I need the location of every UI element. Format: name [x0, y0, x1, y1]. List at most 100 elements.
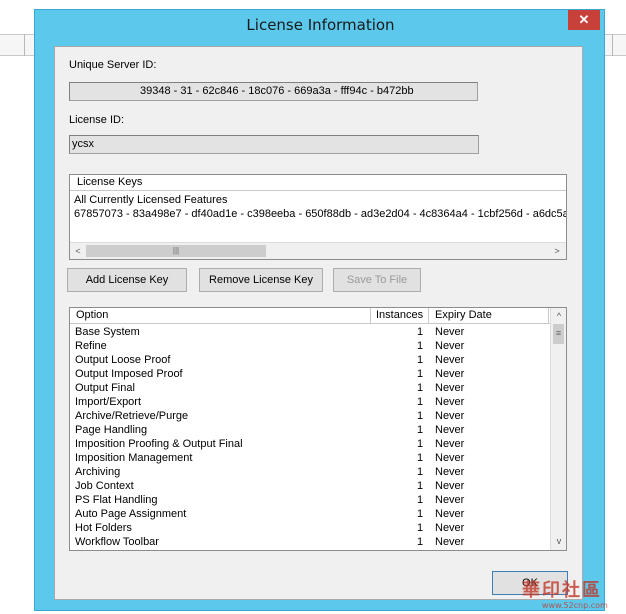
option-cell: Output Imposed Proof	[75, 368, 183, 380]
expiry-cell: Never	[435, 326, 465, 338]
table-row[interactable]: Import/Export 1 Never	[70, 395, 548, 409]
table-row[interactable]: Page Handling 1 Never	[70, 423, 548, 437]
table-row[interactable]: Output Loose Proof 1 Never	[70, 353, 548, 367]
option-cell: Imposition Proofing & Output Final	[75, 438, 243, 450]
expiry-cell: Never	[435, 382, 465, 394]
table-row[interactable]: Job Context 1 Never	[70, 479, 548, 493]
add-license-key-button[interactable]: Add License Key	[67, 268, 187, 292]
expiry-cell: Never	[435, 396, 465, 408]
expiry-cell: Never	[435, 452, 465, 464]
expiry-cell: Never	[435, 480, 465, 492]
instances-cell: 1	[417, 410, 424, 422]
expiry-cell: Never	[435, 340, 465, 352]
features-table: Option Instances Expiry Date Base System…	[69, 307, 567, 551]
table-row[interactable]: Output Imposed Proof 1 Never	[70, 367, 548, 381]
table-row[interactable]: Archiving 1 Never	[70, 465, 548, 479]
license-key-line[interactable]: All Currently Licensed Features	[74, 194, 227, 206]
instances-cell: 1	[417, 508, 424, 520]
expiry-cell: Never	[435, 536, 465, 548]
server-id-value: 39348 - 31 - 62c846 - 18c076 - 669a3a - …	[140, 85, 414, 97]
option-cell: Workflow Toolbar	[75, 536, 159, 548]
expiry-cell: Never	[435, 424, 465, 436]
expiry-cell: Never	[435, 368, 465, 380]
scrollbar-thumb[interactable]: ≡	[553, 324, 564, 344]
option-cell: Base System	[75, 326, 140, 338]
expiry-cell: Never	[435, 438, 465, 450]
scroll-down-icon[interactable]: v	[552, 534, 566, 548]
license-dialog: License Information ✕ Unique Server ID: …	[34, 9, 605, 611]
instances-cell: 1	[417, 382, 424, 394]
table-row[interactable]: Hot Folders 1 Never	[70, 521, 548, 535]
option-cell: Job Context	[75, 480, 134, 492]
column-expiry-date[interactable]: Expiry Date	[429, 308, 549, 324]
column-instances[interactable]: Instances	[371, 308, 429, 324]
watermark-text: 華印社區	[522, 580, 602, 601]
expiry-cell: Never	[435, 354, 465, 366]
instances-cell: 1	[417, 522, 424, 534]
instances-cell: 1	[417, 424, 424, 436]
horizontal-scrollbar[interactable]: < ||| >	[70, 242, 566, 259]
license-keys-header: License Keys	[70, 175, 566, 191]
table-row[interactable]: Output Final 1 Never	[70, 381, 548, 395]
table-row[interactable]: Imposition Proofing & Output Final 1 Never	[70, 437, 548, 451]
instances-cell: 1	[417, 354, 424, 366]
column-option[interactable]: Option	[70, 308, 371, 324]
option-cell: Hot Folders	[75, 522, 132, 534]
instances-cell: 1	[417, 438, 424, 450]
option-cell: Output Loose Proof	[75, 354, 171, 366]
instances-cell: 1	[417, 466, 424, 478]
license-keys-list[interactable]: License Keys All Currently Licensed Feat…	[69, 174, 567, 260]
expiry-cell: Never	[435, 466, 465, 478]
server-id-label: Unique Server ID:	[69, 59, 157, 71]
instances-cell: 1	[417, 396, 424, 408]
license-id-label: License ID:	[69, 114, 125, 126]
license-keys-header-label: License Keys	[77, 176, 143, 188]
scroll-left-icon[interactable]: <	[71, 244, 85, 258]
dialog-client-area: Unique Server ID: 39348 - 31 - 62c846 - …	[54, 46, 583, 600]
instances-cell: 1	[417, 494, 424, 506]
expiry-cell: Never	[435, 494, 465, 506]
scrollbar-thumb[interactable]: |||	[86, 245, 266, 257]
watermark-logo: 華印社區 www.52cnp.com	[500, 576, 624, 612]
instances-cell: 1	[417, 326, 424, 338]
option-cell: Archiving	[75, 466, 121, 478]
instances-cell: 1	[417, 340, 424, 352]
background-column-divider	[24, 34, 25, 56]
watermark-url: www.52cnp.com	[542, 601, 608, 610]
table-row[interactable]: PS Flat Handling 1 Never	[70, 493, 548, 507]
instances-cell: 1	[417, 536, 424, 548]
option-cell: Output Final	[75, 382, 135, 394]
table-row[interactable]: Auto Page Assignment 1 Never	[70, 507, 548, 521]
scroll-right-icon[interactable]: >	[550, 244, 564, 258]
option-cell: PS Flat Handling	[75, 494, 158, 506]
features-table-header: Option Instances Expiry Date	[70, 308, 550, 324]
table-row[interactable]: Archive/Retrieve/Purge 1 Never	[70, 409, 548, 423]
instances-cell: 1	[417, 452, 424, 464]
vertical-scrollbar[interactable]: ^ ≡ v	[550, 308, 566, 550]
instances-cell: 1	[417, 480, 424, 492]
background-column-divider	[612, 34, 613, 56]
option-cell: Imposition Management	[75, 452, 193, 464]
remove-license-key-button[interactable]: Remove License Key	[199, 268, 323, 292]
close-icon[interactable]: ✕	[568, 10, 600, 30]
expiry-cell: Never	[435, 508, 465, 520]
table-row[interactable]: Refine 1 Never	[70, 339, 548, 353]
expiry-cell: Never	[435, 522, 465, 534]
license-id-field[interactable]: ycsx	[69, 135, 479, 154]
server-id-field[interactable]: 39348 - 31 - 62c846 - 18c076 - 669a3a - …	[69, 82, 478, 101]
save-to-file-button[interactable]: Save To File	[333, 268, 421, 292]
option-cell: Archive/Retrieve/Purge	[75, 410, 189, 422]
option-cell: Import/Export	[75, 396, 142, 408]
dialog-title: License Information	[246, 16, 395, 34]
expiry-cell: Never	[435, 410, 465, 422]
table-row[interactable]: Imposition Management 1 Never	[70, 451, 548, 465]
instances-cell: 1	[417, 368, 424, 380]
license-id-value: ycsx	[72, 138, 94, 150]
license-key-line[interactable]: 67857073 - 83a498e7 - df40ad1e - c398eeb…	[74, 208, 566, 220]
table-row[interactable]: Workflow Toolbar 1 Never	[70, 535, 548, 549]
option-cell: Refine	[75, 340, 107, 352]
table-row[interactable]: Base System 1 Never	[70, 325, 548, 339]
option-cell: Page Handling	[75, 424, 148, 436]
option-cell: Auto Page Assignment	[75, 508, 187, 520]
scroll-up-icon[interactable]: ^	[552, 309, 566, 323]
